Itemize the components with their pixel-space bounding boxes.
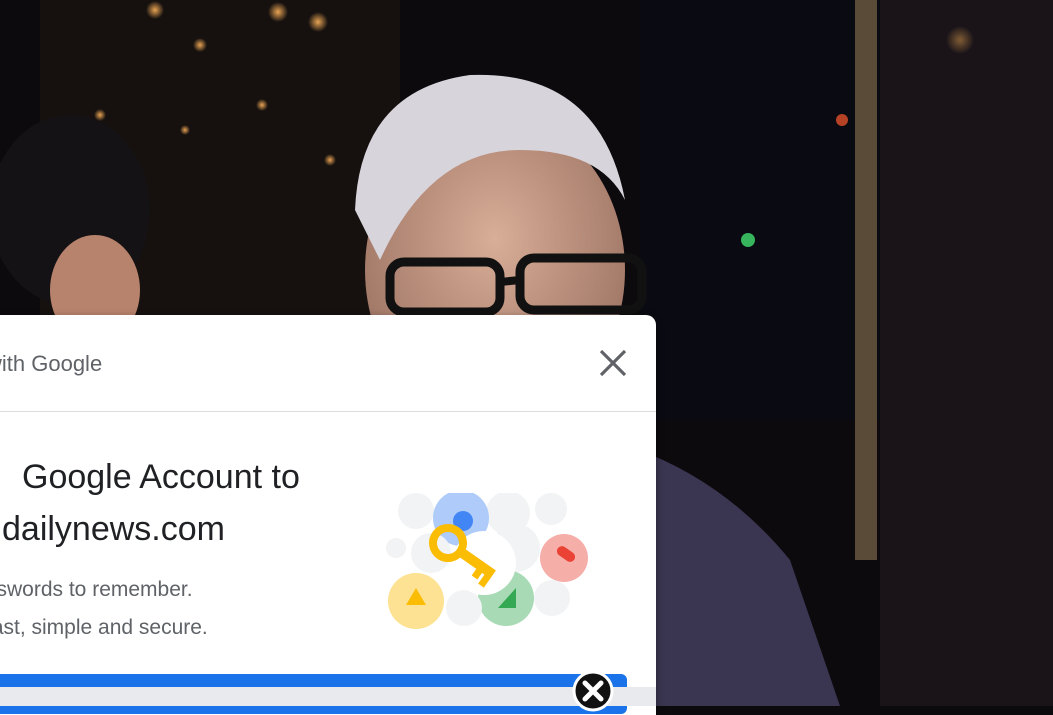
google-signin-dialog: with Google Google Account to dailynews.… bbox=[0, 315, 656, 715]
headline-line-2: dailynews.com bbox=[2, 510, 225, 548]
close-icon bbox=[599, 349, 627, 377]
dialog-header: with Google bbox=[0, 315, 656, 412]
dialog-headline: Google Account to dailynews.com bbox=[0, 451, 300, 555]
ad-bottom-bar bbox=[0, 687, 656, 706]
key-passkey-icon bbox=[386, 493, 588, 629]
close-button[interactable] bbox=[595, 345, 631, 381]
description-line-2: fast, simple and secure. bbox=[0, 616, 208, 639]
description-line-1: sswords to remember. bbox=[0, 578, 193, 601]
headline-line-1: Google Account to bbox=[22, 458, 300, 496]
dialog-description: sswords to remember. fast, simple and se… bbox=[0, 571, 208, 647]
dialog-header-title: with Google bbox=[0, 351, 103, 376]
